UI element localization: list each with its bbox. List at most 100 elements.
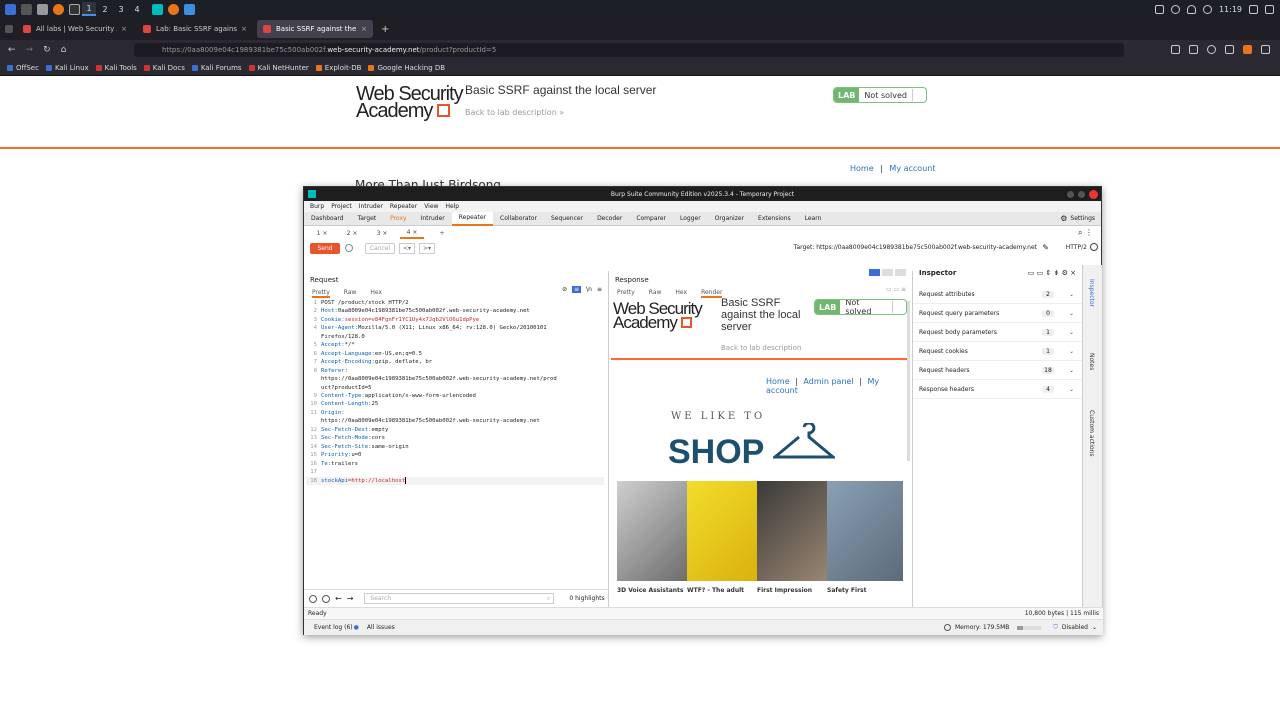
firefox-taskbar-icon[interactable] (168, 3, 179, 15)
terminal-2-icon[interactable] (69, 3, 80, 15)
tab-target[interactable]: Target (351, 212, 384, 226)
repeater-tab-1[interactable]: 1 × (310, 227, 334, 239)
home-icon[interactable]: ⌂ (61, 45, 67, 55)
menu-help[interactable]: Help (445, 203, 459, 210)
request-menu-icon[interactable]: ≡ (597, 286, 602, 293)
request-pretty-tab[interactable]: Pretty (312, 289, 330, 298)
tab-collaborator[interactable]: Collaborator (493, 212, 544, 226)
volume-icon[interactable] (1170, 4, 1180, 14)
close-window-icon[interactable] (1089, 189, 1098, 199)
inspector-row[interactable]: Request body parameters 1 ⌄ (913, 323, 1082, 342)
app-taskbar-icon[interactable] (184, 3, 195, 15)
workspace-1[interactable]: 1 (82, 2, 96, 16)
layout-split-icon[interactable] (869, 269, 880, 276)
terminal-icon[interactable] (21, 3, 32, 15)
inspector-row[interactable]: Request headers 18 ⌄ (913, 361, 1082, 380)
menu-project[interactable]: Project (331, 203, 352, 210)
gear-icon[interactable] (345, 244, 353, 252)
sidebar-notes-tab[interactable]: Notes (1088, 353, 1095, 370)
newline-icon[interactable]: \n (586, 286, 592, 293)
extensions-icon[interactable] (1225, 45, 1234, 54)
menu-burp[interactable]: Burp (310, 203, 324, 210)
new-tab-icon[interactable]: + (381, 24, 389, 35)
history-forward-icon[interactable]: >▾ (419, 242, 435, 254)
reload-icon[interactable]: ↻ (43, 45, 51, 55)
burp-taskbar-icon[interactable] (152, 3, 163, 15)
help-icon[interactable] (1090, 243, 1098, 251)
url-bar[interactable]: https://0aa8009e04c1989381be75c500ab002f… (134, 43, 1124, 57)
edit-target-icon[interactable]: ✎ (1042, 243, 1049, 252)
menu-intruder[interactable]: Intruder (359, 203, 383, 210)
inspector-row[interactable]: Request query parameters 0 ⌄ (913, 304, 1082, 323)
response-menu-icon[interactable]: ▭ ▭ ≡ (886, 286, 906, 293)
send-button[interactable]: Send (310, 242, 340, 254)
notification-icon[interactable] (1186, 4, 1196, 14)
tab-learn[interactable]: Learn (798, 212, 829, 226)
download-icon[interactable] (1189, 45, 1198, 54)
close-icon[interactable]: × (361, 25, 367, 33)
cancel-button[interactable]: Cancel (365, 242, 395, 254)
repeater-tab-4[interactable]: 4 × (400, 227, 424, 239)
kali-menu-icon[interactable] (5, 3, 16, 15)
all-issues-button[interactable]: All issues (367, 624, 395, 631)
bookmark-kali-linux[interactable]: Kali Linux (45, 64, 89, 72)
browser-tab[interactable]: Lab: Basic SSRF against t × (137, 20, 253, 38)
layout-horizontal-icon[interactable] (882, 269, 893, 276)
history-back-icon[interactable]: <▾ (399, 242, 415, 254)
bookmark-google-hacking-db[interactable]: Google Hacking DB (368, 64, 445, 72)
scrollbar[interactable] (907, 301, 910, 461)
close-icon[interactable]: × (241, 25, 247, 33)
sidebar-custom-actions-tab[interactable]: Custom actions (1088, 410, 1095, 457)
request-raw-tab[interactable]: Raw (344, 289, 357, 298)
minimize-icon[interactable] (1067, 190, 1074, 198)
files-icon[interactable] (37, 3, 48, 15)
maximize-icon[interactable] (1078, 190, 1085, 198)
repeater-tab-3[interactable]: 3 × (370, 227, 394, 239)
prev-match-icon[interactable]: ← (335, 594, 342, 603)
tab-extensions[interactable]: Extensions (751, 212, 798, 226)
power-icon[interactable] (1265, 4, 1274, 14)
browser-tab[interactable]: All labs | Web Security Ac × (17, 20, 133, 38)
bookmark-exploit-db[interactable]: Exploit-DB (315, 64, 361, 72)
http-version[interactable]: HTTP/2 (1066, 244, 1087, 251)
tab-repeater[interactable]: Repeater (451, 211, 494, 226)
workspace-4[interactable]: 4 (130, 2, 144, 16)
tab-decoder[interactable]: Decoder (590, 212, 629, 226)
request-hex-tab[interactable]: Hex (370, 289, 382, 298)
inspector-row[interactable]: Request cookies 1 ⌄ (913, 342, 1082, 361)
search-icon[interactable]: ⌕ ⋮ (1078, 228, 1093, 238)
help-icon[interactable] (309, 594, 317, 603)
sidebar-inspector-tab[interactable]: Inspector (1088, 279, 1095, 307)
settings-icon[interactable] (322, 594, 330, 603)
layout-tabs-icon[interactable] (895, 269, 906, 276)
browser-tab-active[interactable]: Basic SSRF against the lo × (257, 20, 373, 38)
bookmark-kali-docs[interactable]: Kali Docs (143, 64, 185, 72)
inspector-toolbar-icons[interactable]: ▭ ▭ ⇕ ⇟ ⚙ × (1028, 269, 1076, 277)
wrap-lines-icon[interactable]: ≡ (572, 286, 582, 293)
bookmark-offsec[interactable]: OffSec (7, 64, 39, 72)
search-input[interactable]: Search ⌕ (364, 593, 555, 604)
account-icon[interactable] (1207, 45, 1216, 54)
bookmark-kali-nethunter[interactable]: Kali NetHunter (248, 64, 309, 72)
foxyproxy-icon[interactable] (1243, 45, 1252, 54)
bookmark-kali-tools[interactable]: Kali Tools (95, 64, 137, 72)
tab-comparer[interactable]: Comparer (629, 212, 673, 226)
tab-proxy[interactable]: Proxy (383, 212, 413, 226)
inspector-row[interactable]: Request attributes 2 ⌄ (913, 285, 1082, 304)
lock-icon[interactable] (1249, 4, 1258, 14)
display-icon[interactable] (1154, 4, 1164, 14)
request-editor[interactable]: 1 POST /product/stock HTTP/2 2 Host: 0aa80… (306, 299, 604, 485)
new-repeater-tab[interactable]: + (430, 227, 454, 239)
nav-account-link[interactable]: My account (889, 164, 935, 173)
firefox-icon[interactable] (53, 3, 64, 15)
settings-button[interactable]: ⚙ Settings (1060, 214, 1095, 223)
pocket-icon[interactable] (1171, 45, 1180, 54)
event-log-button[interactable]: Event log (6) (314, 624, 353, 631)
close-icon[interactable]: × (121, 25, 127, 33)
tab-logger[interactable]: Logger (673, 212, 708, 226)
menu-icon[interactable] (1261, 45, 1270, 54)
tab-intruder[interactable]: Intruder (414, 212, 452, 226)
forward-icon[interactable]: → (26, 45, 34, 55)
next-match-icon[interactable]: → (347, 594, 354, 603)
academy-logo[interactable]: Web Security Academy (356, 84, 464, 121)
